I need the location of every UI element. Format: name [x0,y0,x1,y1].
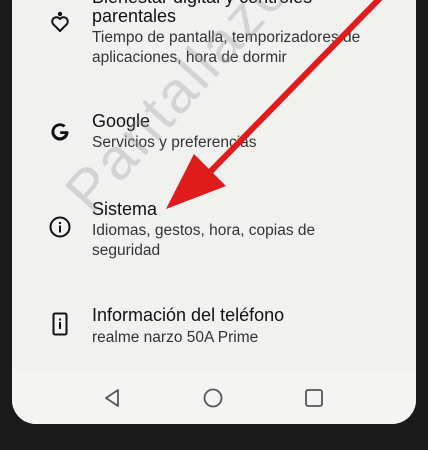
info-circle-icon [48,215,72,239]
settings-item-subtitle: realme narzo 50A Prime [92,329,259,346]
home-circle-icon[interactable] [201,386,225,410]
settings-item-title-line2: parentales [92,6,177,26]
navigation-bar [12,372,416,424]
settings-item-subtitle: Servicios y preferencias [92,134,257,151]
settings-item-google[interactable]: Google Servicios y preferencias [12,100,416,180]
digital-wellbeing-icon [48,10,72,34]
settings-item-title: Información del teléfono [92,305,285,325]
phone-info-icon [48,312,72,336]
back-triangle-icon[interactable] [100,386,124,410]
settings-item-digital-wellbeing[interactable]: Bienestar digital y controles parentales… [12,0,416,92]
settings-item-title: Google [92,111,151,131]
google-g-icon [48,120,72,144]
settings-item-sistema[interactable]: Sistema Idiomas, gestos, hora, copias de… [12,188,416,284]
settings-item-subtitle: Tiempo de pantalla, temporizadores de ap… [92,29,361,66]
phone-frame: Bienestar digital y controles parentales… [0,0,428,450]
settings-item-title: Sistema [92,199,158,219]
settings-item-phone-info[interactable]: Información del teléfono realme narzo 50… [12,294,416,364]
settings-screen: Bienestar digital y controles parentales… [12,0,416,424]
settings-item-subtitle: Idiomas, gestos, hora, copias de segurid… [92,222,316,259]
recents-square-icon[interactable] [302,386,326,410]
